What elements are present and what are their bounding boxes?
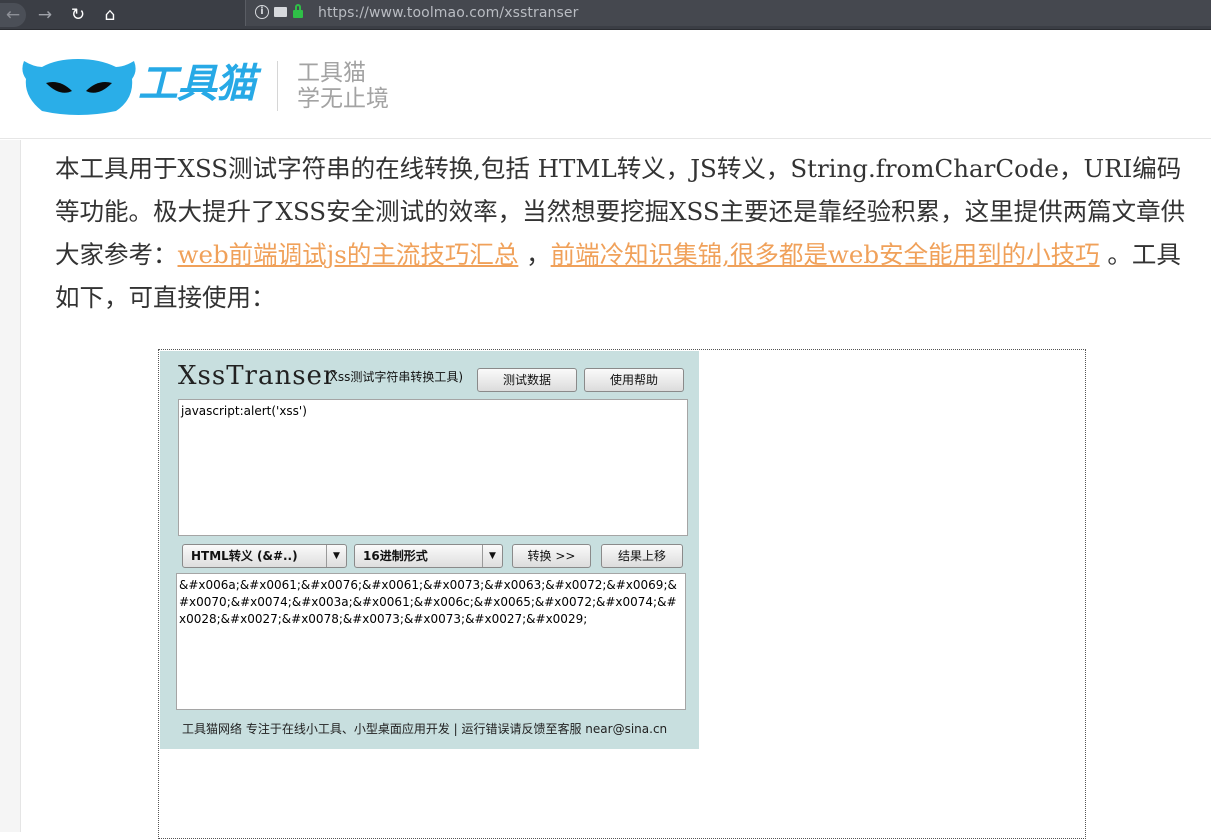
lock-icon[interactable] [293,4,303,18]
address-bar[interactable]: i https://www.toolmao.com/xsstranser [245,0,1211,26]
url-text[interactable]: https://www.toolmao.com/xsstranser [318,5,578,21]
site-header: 工具猫 工具猫 学无止境 [0,31,1211,139]
reload-icon[interactable]: ↻ [66,3,90,27]
site-info-icon[interactable]: i [255,5,269,19]
format-select-value: 16进制形式 [363,549,428,563]
convert-button[interactable]: 转换 >> [512,544,591,568]
logo-text[interactable]: 工具猫 [138,59,256,109]
slogan-line-1: 工具猫 [297,60,366,86]
article-link-2[interactable]: 前端冷知识集锦,很多都是web安全能用到的小技巧 [551,240,1100,269]
intro-paragraph: 本工具用于XSS测试字符串的在线转换,包括 HTML转义，JS转义，String… [55,147,1195,319]
article-link-1[interactable]: web前端调试js的主流技巧汇总 [178,240,519,269]
back-arrow-icon[interactable]: ← [0,3,26,27]
tool-title: XssTranser [178,361,337,391]
test-data-button[interactable]: 测试数据 [477,368,577,392]
help-button[interactable]: 使用帮助 [584,368,684,392]
slogan-line-2: 学无止境 [297,86,389,112]
tool-subtitle: (Xss测试字符串转换工具) [325,370,464,384]
folder-icon [274,7,287,17]
mode-select-value: HTML转义 (&#..) [191,549,298,563]
tool-footer: 工具猫网络 专注于在线小工具、小型桌面应用开发 | 运行错误请反馈至客服 nea… [182,722,668,736]
header-divider [277,61,278,111]
dropdown-arrow-icon[interactable]: ▼ [482,545,502,567]
cat-mascot-icon[interactable] [20,57,136,115]
forward-arrow-icon[interactable]: → [33,3,57,27]
format-select[interactable]: 16进制形式 ▼ [354,544,503,568]
left-gutter [0,140,21,832]
move-result-up-button[interactable]: 结果上移 [601,544,683,568]
mode-select[interactable]: HTML转义 (&#..) ▼ [182,544,347,568]
home-icon[interactable]: ⌂ [98,3,122,27]
intro-separator: ， [518,240,551,269]
browser-toolbar: ← → ↻ ⌂ i https://www.toolmao.com/xsstra… [0,0,1211,30]
xss-transer-panel: XssTranser (Xss测试字符串转换工具) 测试数据 使用帮助 java… [160,351,699,749]
tool-frame: XssTranser (Xss测试字符串转换工具) 测试数据 使用帮助 java… [158,349,1086,839]
input-textarea[interactable]: javascript:alert('xss') [178,399,688,536]
output-textarea[interactable]: &#x006a;&#x0061;&#x0076;&#x0061;&#x0073;… [176,573,686,710]
dropdown-arrow-icon[interactable]: ▼ [326,545,346,567]
